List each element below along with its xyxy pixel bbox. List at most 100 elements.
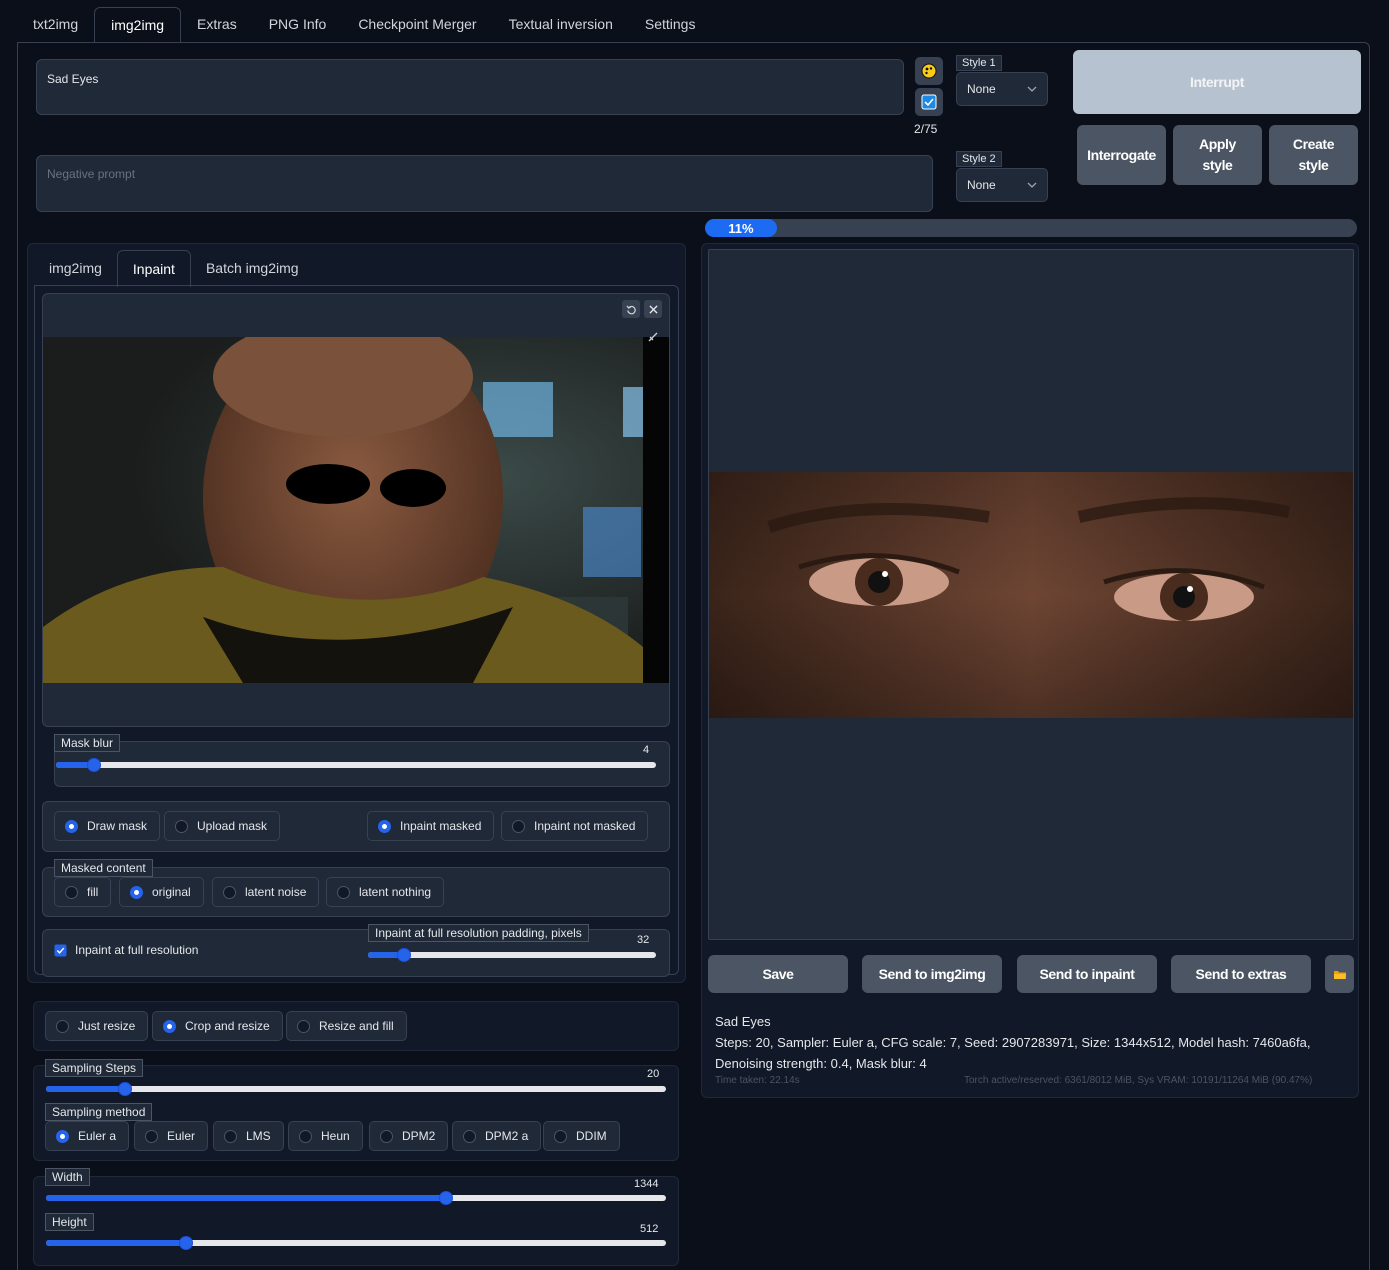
- negative-prompt-placeholder: Negative prompt: [47, 167, 136, 181]
- info-params-line1: Steps: 20, Sampler: Euler a, CFG scale: …: [715, 1035, 1311, 1050]
- send-to-extras-button[interactable]: Send to extras: [1171, 955, 1311, 993]
- radio-latent-noise[interactable]: latent noise: [212, 877, 320, 907]
- prompt-input[interactable]: Sad Eyes: [36, 59, 904, 115]
- brush-button[interactable]: [647, 331, 661, 345]
- radio-label: DDIM: [576, 1129, 607, 1143]
- width-slider[interactable]: [46, 1191, 666, 1205]
- radio-resize-and-fill[interactable]: Resize and fill: [286, 1011, 407, 1041]
- radio-dot: [56, 1129, 69, 1143]
- radio-label: Inpaint masked: [400, 819, 482, 833]
- radio-label: DPM2 a: [485, 1129, 529, 1143]
- style1-select[interactable]: None: [956, 72, 1048, 106]
- undo-button[interactable]: [622, 300, 640, 318]
- undo-icon: [625, 304, 636, 314]
- height-value[interactable]: 512: [640, 1223, 658, 1235]
- radio-euler-a[interactable]: Euler a: [45, 1121, 130, 1151]
- progress-text: 11%: [728, 220, 754, 236]
- radio-label: latent nothing: [359, 885, 432, 899]
- radio-label: DPM2: [402, 1129, 436, 1143]
- radio-dot: [380, 1129, 393, 1143]
- radio-ddim[interactable]: DDIM: [543, 1121, 620, 1151]
- tab-extras[interactable]: Extras: [181, 7, 253, 43]
- info-prompt: Sad Eyes: [715, 1014, 771, 1029]
- radio-fill[interactable]: fill: [54, 877, 112, 907]
- radio-label: Euler: [167, 1129, 196, 1143]
- radio-dot: [224, 1129, 237, 1143]
- tab-txt2img[interactable]: txt2img: [17, 7, 94, 43]
- output-image[interactable]: [709, 472, 1353, 718]
- radio-just-resize[interactable]: Just resize: [45, 1011, 149, 1041]
- mask-blur-label: Mask blur: [54, 734, 121, 752]
- radio-draw-mask[interactable]: Draw mask: [54, 811, 161, 841]
- mask-blur-slider[interactable]: [56, 758, 656, 772]
- radio-label: Draw mask: [87, 819, 148, 833]
- radio-label: Resize and fill: [319, 1019, 394, 1033]
- tab-checkpoint-merger[interactable]: Checkpoint Merger: [342, 7, 492, 43]
- portrait-photo: [43, 337, 669, 683]
- masked-content-label: Masked content: [54, 859, 153, 877]
- padding-slider[interactable]: [368, 948, 656, 962]
- mode-tabs: img2img Inpaint Batch img2img: [34, 250, 314, 287]
- sampling-steps-slider[interactable]: [46, 1082, 666, 1096]
- radio-dot: [512, 819, 525, 833]
- folder-icon: [1333, 970, 1346, 979]
- tab-settings[interactable]: Settings: [629, 7, 712, 43]
- style2-label: Style 2: [956, 151, 1002, 167]
- sampling-steps-value[interactable]: 20: [647, 1068, 659, 1080]
- send-to-img2img-button[interactable]: Send to img2img: [862, 955, 1002, 993]
- radio-dot: [554, 1129, 567, 1143]
- negative-prompt-input[interactable]: Negative prompt: [36, 155, 933, 212]
- radio-upload-mask[interactable]: Upload mask: [164, 811, 281, 841]
- sampling-method-label: Sampling method: [45, 1103, 153, 1121]
- radio-dpm2-a[interactable]: DPM2 a: [452, 1121, 542, 1151]
- padding-value[interactable]: 32: [637, 934, 649, 946]
- radio-latent-nothing[interactable]: latent nothing: [326, 877, 445, 907]
- tab-img2img[interactable]: img2img: [94, 7, 182, 43]
- radio-euler[interactable]: Euler: [134, 1121, 209, 1151]
- top-tab-bar: txt2img img2img Extras PNG Info Checkpoi…: [17, 7, 711, 43]
- style2-select[interactable]: None: [956, 168, 1048, 202]
- source-image[interactable]: [43, 337, 669, 683]
- radio-label: Crop and resize: [185, 1019, 270, 1033]
- tab-inpaint[interactable]: Inpaint: [116, 250, 191, 287]
- radio-heun[interactable]: Heun: [288, 1121, 363, 1151]
- radio-inpaint-masked[interactable]: Inpaint masked: [367, 811, 495, 841]
- radio-dot: [297, 1019, 310, 1033]
- tab-batch-img2img[interactable]: Batch img2img: [191, 250, 314, 287]
- radio-dot: [145, 1129, 158, 1143]
- save-style-check-button[interactable]: [915, 88, 943, 116]
- radio-dpm2[interactable]: DPM2: [369, 1121, 449, 1151]
- progress-bar: 11%: [705, 219, 1357, 237]
- tab-textual-inversion[interactable]: Textual inversion: [493, 7, 629, 43]
- radio-dot: [223, 885, 236, 899]
- paste-params-button[interactable]: [915, 57, 943, 85]
- full-res-checkbox[interactable]: Inpaint at full resolution: [54, 943, 198, 957]
- radio-dot: [378, 819, 391, 833]
- generation-info: Sad Eyes Steps: 20, Sampler: Euler a, CF…: [715, 1011, 1311, 1074]
- checkbox-checked-icon: [54, 943, 67, 957]
- size-group: [33, 1176, 679, 1266]
- tab-img2img-mode[interactable]: img2img: [34, 250, 117, 287]
- create-style-button[interactable]: Create style: [1269, 125, 1358, 185]
- width-value[interactable]: 1344: [634, 1178, 658, 1190]
- radio-label: original: [152, 885, 191, 899]
- radio-label: Upload mask: [197, 819, 268, 833]
- height-label: Height: [45, 1213, 94, 1231]
- save-button[interactable]: Save: [708, 955, 848, 993]
- apply-style-button[interactable]: Apply style: [1173, 125, 1262, 185]
- radio-crop-and-resize[interactable]: Crop and resize: [152, 1011, 283, 1041]
- interrogate-button[interactable]: Interrogate: [1077, 125, 1166, 185]
- prompt-text: Sad Eyes: [47, 72, 99, 86]
- radio-inpaint-not-masked[interactable]: Inpaint not masked: [501, 811, 649, 841]
- tab-png-info[interactable]: PNG Info: [253, 7, 343, 43]
- interrupt-button[interactable]: Interrupt: [1073, 50, 1361, 114]
- radio-original[interactable]: original: [119, 877, 204, 907]
- open-folder-button[interactable]: [1325, 955, 1354, 993]
- palette-icon: [921, 63, 937, 79]
- clear-image-button[interactable]: [644, 300, 662, 318]
- style1-label: Style 1: [956, 55, 1002, 71]
- radio-lms[interactable]: LMS: [213, 1121, 284, 1151]
- mask-blur-value[interactable]: 4: [643, 744, 649, 756]
- height-slider[interactable]: [46, 1236, 666, 1250]
- send-to-inpaint-button[interactable]: Send to inpaint: [1017, 955, 1157, 993]
